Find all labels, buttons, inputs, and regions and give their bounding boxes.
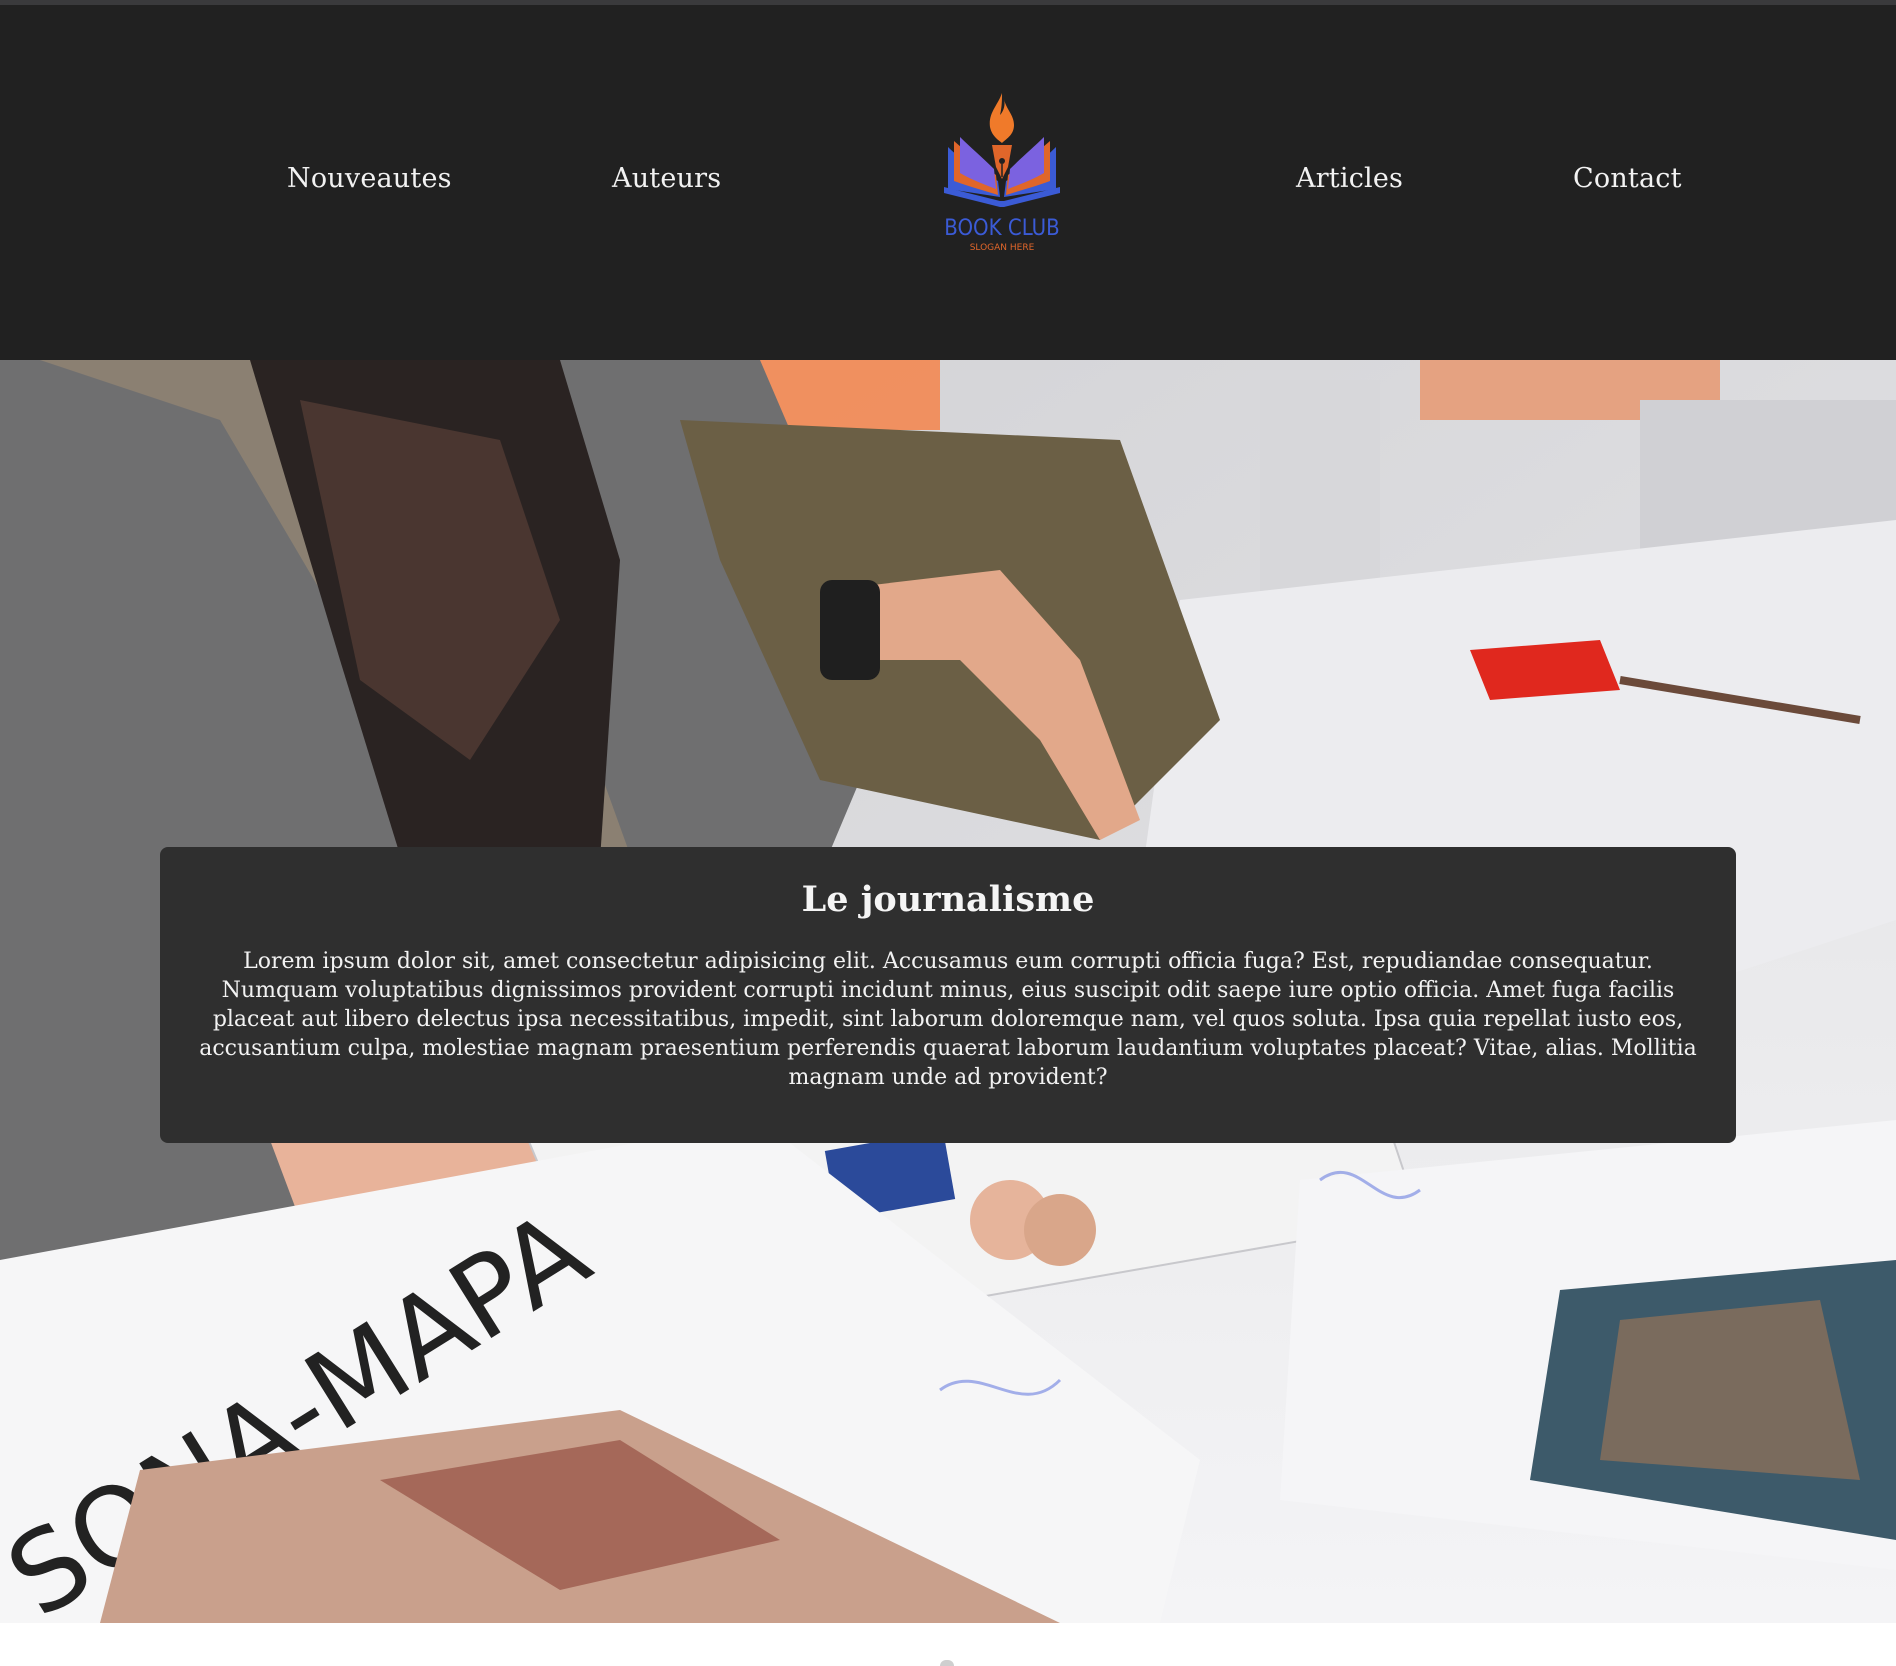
scroll-indicator — [940, 1660, 954, 1666]
svg-text:SLOGAN HERE: SLOGAN HERE — [970, 243, 1035, 253]
nav-link-contact[interactable]: Contact — [1573, 163, 1682, 194]
book-club-logo[interactable]: BOOK CLUB SLOGAN HERE — [940, 85, 1070, 265]
nav-link-nouveautes[interactable]: Nouveautes — [287, 163, 452, 194]
site-header: Nouveautes Auteurs BOOK CLUB SLOGAN HERE… — [0, 5, 1896, 360]
feature-card: Le journalisme Lorem ipsum dolor sit, am… — [160, 847, 1736, 1143]
nav-link-auteurs[interactable]: Auteurs — [612, 163, 721, 194]
card-title: Le journalisme — [801, 879, 1095, 920]
card-body-text: Lorem ipsum dolor sit, amet consectetur … — [199, 949, 1697, 1090]
svg-text:BOOK CLUB: BOOK CLUB — [944, 216, 1059, 241]
nav-link-articles[interactable]: Articles — [1296, 163, 1403, 194]
book-pen-flame-icon: BOOK CLUB SLOGAN HERE — [944, 93, 1060, 253]
